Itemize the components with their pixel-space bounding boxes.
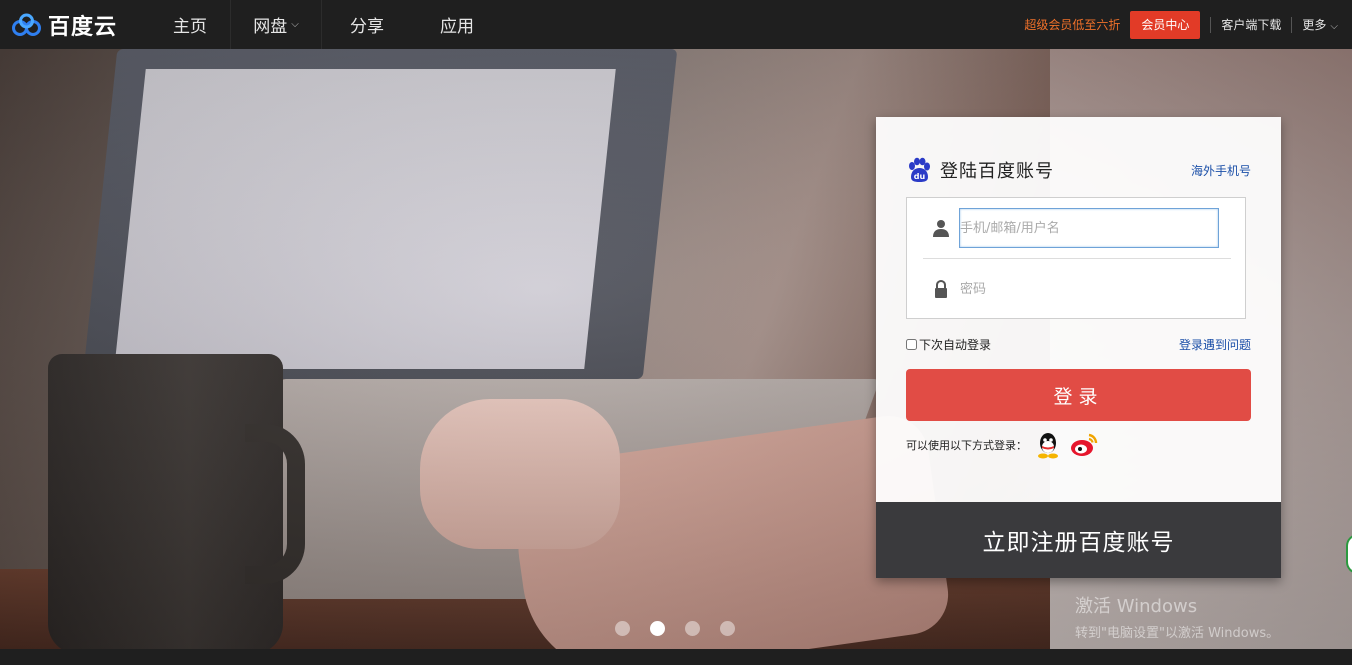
register-button[interactable]: 立即注册百度账号 — [876, 502, 1281, 578]
login-header: du 登陆百度账号 海外手机号 — [906, 157, 1251, 183]
windows-activation-watermark: 激活 Windows 转到"电脑设置"以激活 Windows。 — [1075, 592, 1279, 641]
username-input[interactable] — [959, 208, 1219, 248]
baidu-paw-icon: du — [909, 157, 930, 182]
remember-label[interactable]: 下次自动登录 — [919, 336, 991, 353]
qq-icon[interactable] — [1033, 430, 1063, 460]
divider — [1291, 16, 1293, 33]
logo-text: 百度云 — [48, 14, 118, 40]
baidu-cloud-logo-icon — [12, 13, 41, 36]
login-form-area: du 登陆百度账号 海外手机号 手机/邮箱/用户名 下次自动登录 登录遇到问题 … — [876, 117, 1281, 502]
username-row — [907, 198, 1245, 258]
login-button[interactable]: 登录 — [906, 369, 1251, 421]
user-icon — [933, 220, 949, 237]
social-login-row: 可以使用以下方式登录： — [906, 430, 1099, 460]
carousel-indicators — [615, 621, 735, 636]
nav-item-label: 分享 — [350, 17, 384, 37]
password-row — [907, 259, 1245, 319]
login-problem-link[interactable]: 登录遇到问题 — [1179, 336, 1251, 353]
client-download-link[interactable]: 客户端下载 — [1221, 16, 1281, 33]
nav-item-label: 应用 — [440, 17, 474, 37]
more-label: 更多 — [1302, 18, 1327, 32]
carousel-dot[interactable] — [615, 621, 630, 636]
watermark-line-2: 转到"电脑设置"以激活 Windows。 — [1075, 626, 1280, 641]
top-navigation-bar: 百度云 主页 网盘 ⌵ 分享 应用 超级会员低至六折 会员中心 客户端下载 更多 ⌵ — [0, 0, 1352, 49]
social-login-prompt: 可以使用以下方式登录： — [906, 439, 1027, 452]
carousel-dot-active[interactable] — [650, 621, 665, 636]
nav-item-label: 网盘 — [253, 17, 288, 37]
carousel-dot[interactable] — [685, 621, 700, 636]
chevron-down-icon: ⌵ — [1330, 21, 1338, 32]
chevron-down-icon: ⌵ — [291, 19, 299, 30]
carousel-dot[interactable] — [720, 621, 735, 636]
overseas-phone-link[interactable]: 海外手机号 — [1191, 162, 1251, 179]
more-menu[interactable]: 更多 ⌵ — [1302, 16, 1338, 33]
logo[interactable]: 百度云 — [10, 0, 150, 49]
nav-item-label: 主页 — [173, 17, 207, 37]
nav-item-share[interactable]: 分享 — [322, 0, 412, 49]
lock-icon — [935, 280, 947, 298]
remember-checkbox[interactable] — [906, 338, 917, 350]
nav-item-home[interactable]: 主页 — [150, 0, 230, 49]
login-title: 登陆百度账号 — [940, 161, 1054, 182]
divider — [1210, 16, 1212, 33]
password-input[interactable] — [959, 269, 1219, 309]
vip-center-button[interactable]: 会员中心 — [1130, 10, 1201, 39]
nav-item-netdisk[interactable]: 网盘 ⌵ — [230, 0, 322, 49]
nav-item-apps[interactable]: 应用 — [412, 0, 502, 49]
bottom-strip — [0, 649, 1352, 665]
login-panel: du 登陆百度账号 海外手机号 手机/邮箱/用户名 下次自动登录 登录遇到问题 … — [876, 117, 1281, 578]
weibo-icon[interactable] — [1069, 430, 1099, 460]
watermark-line-1: 激活 Windows — [1075, 596, 1198, 617]
promo-link[interactable]: 超级会员低至六折 — [1024, 16, 1120, 33]
header-right-area: 超级会员低至六折 会员中心 客户端下载 更多 ⌵ — [1024, 0, 1338, 49]
floating-side-widget[interactable] — [1346, 534, 1352, 574]
credentials-box — [906, 197, 1246, 319]
svg-text:du: du — [914, 172, 926, 181]
remember-row: 下次自动登录 登录遇到问题 — [906, 335, 1251, 353]
main-nav: 主页 网盘 ⌵ 分享 应用 — [150, 0, 502, 49]
